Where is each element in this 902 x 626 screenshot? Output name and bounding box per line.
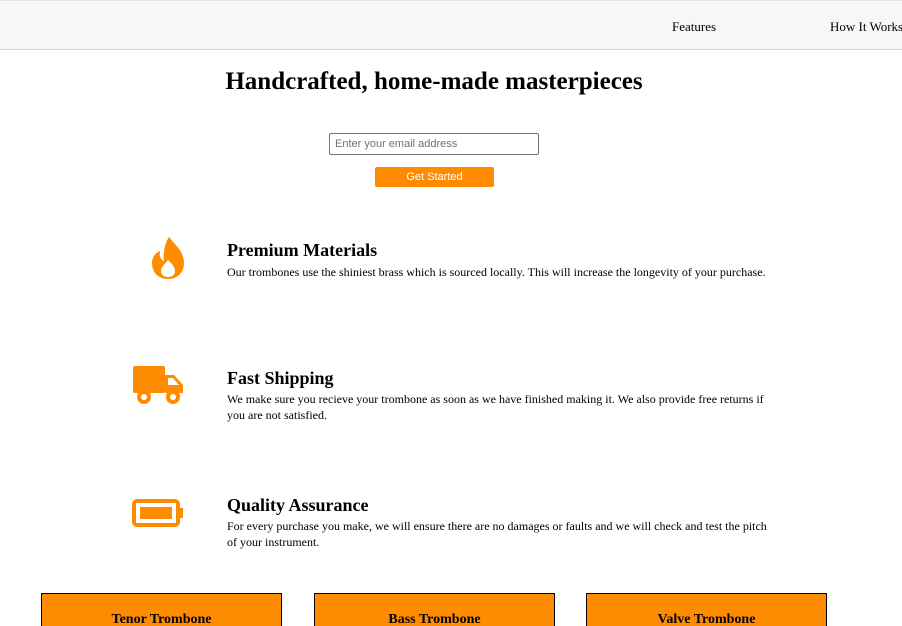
page: Features How It Works Handcrafted, home-…	[0, 0, 902, 626]
product-name: Bass Trombone	[388, 612, 481, 626]
feature-description-fast-shipping: We make sure you recieve your trombone a…	[227, 392, 764, 422]
feature-title-fast-shipping: Fast Shipping	[227, 368, 334, 388]
product-card-tenor-trombone[interactable]: Tenor Trombone	[41, 593, 282, 626]
product-card-valve-trombone[interactable]: Valve Trombone	[586, 593, 827, 626]
feature-title-quality-assurance: Quality Assurance	[227, 495, 369, 515]
feature-title-premium-materials: Premium Materials	[227, 240, 378, 260]
fire-icon	[152, 237, 184, 279]
email-input[interactable]	[329, 133, 539, 155]
hero-title: Handcrafted, home-made masterpieces	[225, 68, 643, 95]
get-started-button[interactable]: Get Started	[375, 167, 494, 187]
product-card-bass-trombone[interactable]: Bass Trombone	[314, 593, 555, 626]
product-name: Tenor Trombone	[111, 612, 212, 626]
product-name: Valve Trombone	[657, 612, 756, 626]
feature-description-premium-materials: Our trombones use the shiniest brass whi…	[227, 265, 766, 279]
battery-icon	[132, 499, 183, 527]
truck-icon	[133, 366, 183, 404]
feature-description-quality-assurance: For every purchase you make, we will ens…	[227, 519, 767, 549]
nav-link-features[interactable]: Features	[672, 19, 716, 35]
site-header: Features How It Works	[0, 0, 902, 50]
nav-link-how-it-works[interactable]: How It Works	[830, 19, 902, 35]
